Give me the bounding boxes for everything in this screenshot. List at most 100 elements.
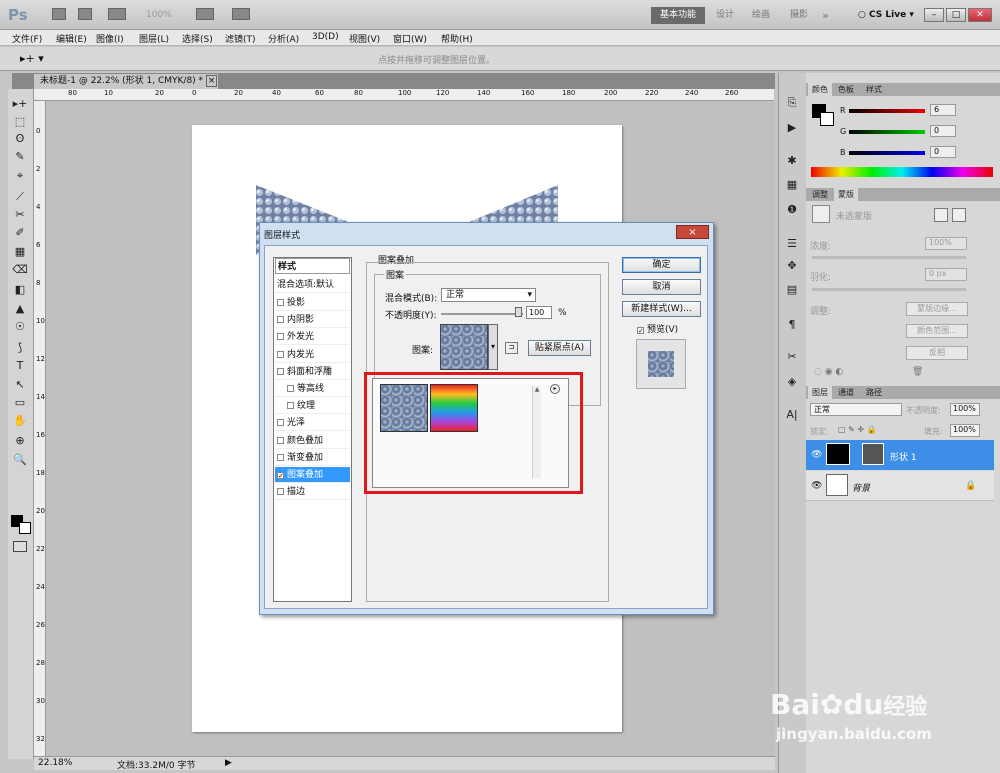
tool-16-icon[interactable]: ▭ [11, 395, 29, 410]
checkbox-icon[interactable] [287, 385, 294, 392]
tool-18-icon[interactable]: ⊕ [11, 433, 29, 448]
layer-opacity-value[interactable]: 100% [950, 403, 980, 416]
invert-button[interactable]: 反相 [906, 346, 968, 360]
workspace-design[interactable]: 设计 [716, 7, 734, 24]
style-item[interactable]: 渐变叠加 [275, 450, 350, 466]
snap-to-origin-button[interactable]: 贴紧原点(A) [528, 340, 591, 356]
style-item[interactable]: 描边 [275, 484, 350, 501]
tool-0-icon[interactable]: ▸+ [11, 96, 29, 111]
lock-icons[interactable]: ▢ ✎ ✛ 🔒 [838, 425, 877, 434]
extras-icon[interactable] [108, 8, 126, 20]
actions-icon[interactable]: ▶ [783, 121, 801, 135]
panel-bg-swatch[interactable] [820, 112, 834, 126]
feather-value[interactable]: 0 px [925, 268, 967, 281]
cancel-button[interactable]: 取消 [622, 279, 701, 295]
tab-masks[interactable]: 蒙版 [834, 188, 858, 201]
checkbox-icon[interactable] [277, 350, 284, 358]
color-b-slider[interactable] [849, 151, 925, 155]
tool-2-icon[interactable]: ʘ [11, 131, 29, 146]
blend-mode-select[interactable]: 正常 ▾ [441, 288, 536, 302]
cs-live-button[interactable]: ○ CS Live ▾ [858, 10, 914, 20]
quick-mask-icon[interactable] [13, 541, 27, 552]
masks-icon[interactable]: ◈ [783, 375, 801, 389]
layer-blend-select[interactable]: 正常 [810, 403, 902, 416]
menu-edit[interactable]: 编辑(E) [56, 32, 87, 45]
tool-19-icon[interactable]: 🔍 [11, 452, 29, 467]
pixel-mask-icon[interactable] [934, 208, 948, 222]
minibridge-icon[interactable] [78, 8, 92, 20]
pattern-picker-swatch[interactable] [440, 324, 488, 370]
pattern-picker-arrow-icon[interactable]: ▾ [488, 324, 498, 370]
workspace-painting[interactable]: 绘画 [752, 7, 770, 24]
screen-mode-icon[interactable] [232, 8, 250, 20]
tool-7-icon[interactable]: ✐ [11, 225, 29, 240]
checkbox-icon[interactable] [277, 436, 284, 444]
density-slider[interactable] [812, 256, 966, 259]
layer-name-background[interactable]: 背景 [852, 481, 870, 494]
tool-4-icon[interactable]: ⌖ [11, 168, 29, 183]
color-spectrum[interactable] [811, 167, 993, 177]
tool-12-icon[interactable]: ☉ [11, 319, 29, 334]
color-r-slider[interactable] [849, 109, 925, 113]
tab-styles[interactable]: 样式 [862, 83, 886, 96]
vector-mask-icon[interactable] [952, 208, 966, 222]
tab-color[interactable]: 颜色 [808, 83, 832, 96]
tool-14-icon[interactable]: T [11, 358, 29, 373]
menu-view[interactable]: 视图(V) [349, 32, 380, 45]
info-icon[interactable]: ❶ [783, 203, 801, 217]
style-item[interactable]: 等高线 [275, 381, 350, 397]
brushes-icon[interactable]: ✱ [783, 154, 801, 168]
checked-checkbox-icon[interactable]: ✓ [277, 472, 284, 480]
menu-analysis[interactable]: 分析(A) [268, 32, 299, 45]
tool-9-icon[interactable]: ⌫ [11, 262, 29, 277]
menu-filter[interactable]: 滤镜(T) [225, 32, 256, 45]
character-icon[interactable]: A| [783, 408, 801, 422]
ok-button[interactable]: 确定 [622, 257, 701, 273]
style-item[interactable]: 投影 [275, 295, 350, 311]
opacity-slider-handle[interactable] [515, 307, 522, 317]
checkbox-icon[interactable] [277, 488, 284, 496]
preview-checkbox[interactable]: ✓ 预览(V) [637, 322, 678, 335]
arrange-icon[interactable] [196, 8, 214, 20]
layer-visibility-eye-icon[interactable]: 👁 [811, 450, 822, 460]
layer-name-shape1[interactable]: 形状 1 [890, 450, 917, 463]
tool-13-icon[interactable]: ⟆ [11, 340, 29, 355]
menu-window[interactable]: 窗口(W) [393, 32, 427, 45]
density-value[interactable]: 100% [925, 237, 967, 250]
workspace-photography[interactable]: 摄影 [790, 7, 808, 24]
clone-source-icon[interactable]: ✥ [783, 259, 801, 273]
tool-1-icon[interactable]: ⬚ [11, 114, 29, 129]
feather-slider[interactable] [812, 288, 966, 291]
styles-header[interactable]: 样式 [275, 258, 350, 274]
new-style-button[interactable]: 新建样式(W)... [622, 301, 701, 317]
blend-options-item[interactable]: 混合选项:默认 [275, 277, 350, 293]
tab-channels[interactable]: 通道 [834, 386, 858, 399]
color-g-value[interactable]: 0 [930, 125, 956, 137]
opacity-input[interactable]: 100 [526, 306, 552, 319]
tool-3-icon[interactable]: ✎ [11, 149, 29, 164]
zoom-combo[interactable]: 100% [146, 10, 172, 20]
menu-select[interactable]: 选择(S) [182, 32, 213, 45]
style-item[interactable]: 斜面和浮雕 [275, 364, 350, 380]
tool-17-icon[interactable]: ✋ [11, 413, 29, 428]
workspace-more[interactable]: » [822, 7, 829, 24]
maximize-button[interactable]: □ [946, 8, 966, 22]
history-icon[interactable]: ⎘ [783, 96, 801, 110]
tool-10-icon[interactable]: ◧ [11, 282, 29, 297]
paragraph-icon[interactable]: ¶ [783, 318, 801, 332]
close-window-button[interactable]: ✕ [968, 8, 992, 22]
tool-15-icon[interactable]: ↖ [11, 377, 29, 392]
minimize-button[interactable]: – [924, 8, 944, 22]
tool-5-icon[interactable]: ⟋ [11, 189, 29, 204]
mask-edge-button[interactable]: 蒙版边缘... [906, 302, 968, 316]
tab-paths[interactable]: 路径 [862, 386, 886, 399]
color-range-button[interactable]: 颜色范围... [906, 324, 968, 338]
color-g-slider[interactable] [849, 130, 925, 134]
status-menu-arrow-icon[interactable]: ▶ [225, 758, 232, 768]
style-item[interactable]: 内阴影 [275, 312, 350, 329]
fill-value[interactable]: 100% [950, 424, 980, 437]
style-item[interactable]: 内发光 [275, 347, 350, 363]
checkbox-icon[interactable] [277, 333, 284, 341]
move-tool-preset-icon[interactable]: ▸+ ▾ [20, 52, 44, 65]
checkbox-icon[interactable] [277, 419, 284, 427]
